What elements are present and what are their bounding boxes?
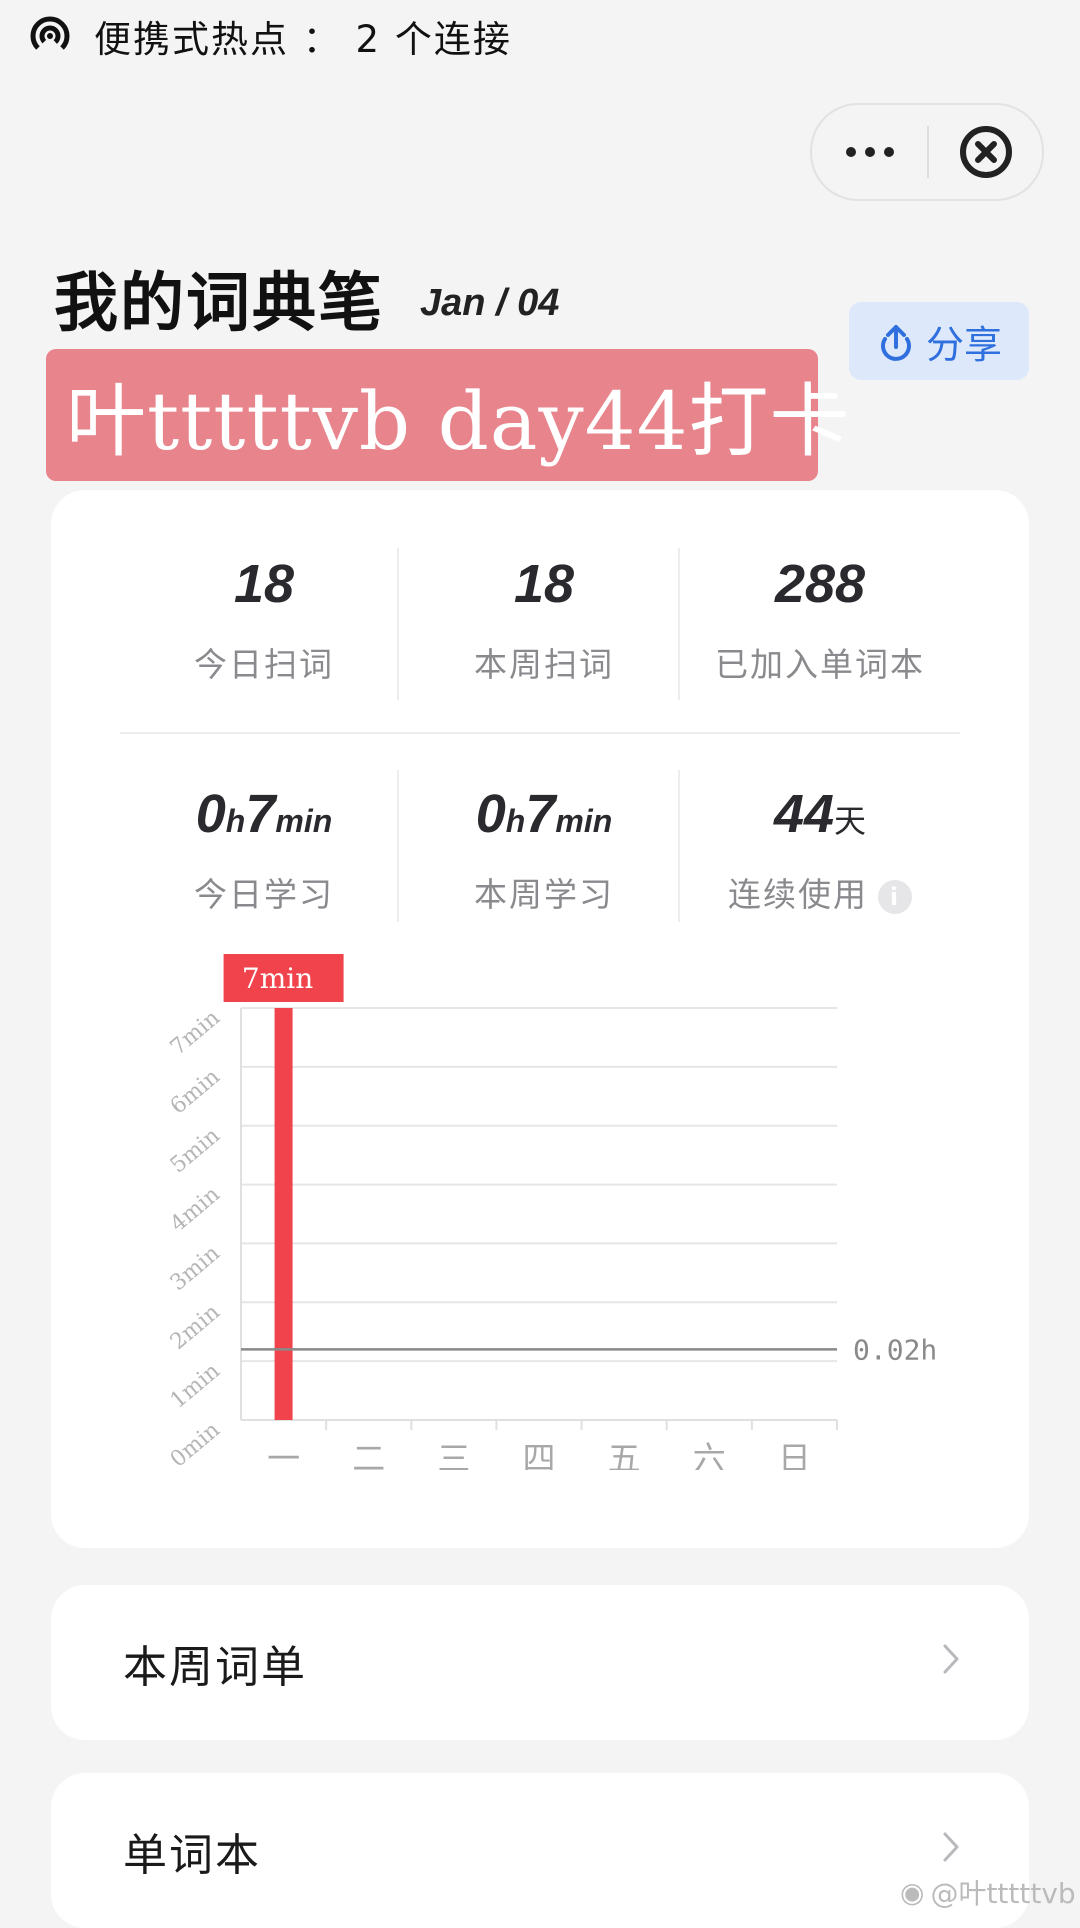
- stat-week-scans: 18 本周扫词: [404, 552, 684, 686]
- chevron-right-icon: [941, 1640, 961, 1686]
- x-tick-label: 六: [693, 1439, 726, 1470]
- miniprogram-capsule: [810, 103, 1044, 201]
- stat-value: 18: [233, 554, 295, 614]
- share-label: 分享: [925, 322, 1002, 367]
- date-label: Jan / 04: [420, 282, 560, 324]
- x-tick-label: 一: [267, 1439, 300, 1470]
- info-icon[interactable]: i: [878, 879, 912, 914]
- row-label: 单词本: [123, 1829, 261, 1881]
- stat-value: 0h7min: [475, 784, 613, 844]
- y-tick-label: 4min: [166, 1182, 225, 1237]
- average-line-label: 0.02h: [853, 1333, 937, 1366]
- stat-value: 0h7min: [195, 784, 333, 844]
- x-tick-label: 二: [352, 1439, 385, 1470]
- wordbook-row[interactable]: 单词本: [51, 1773, 1029, 1928]
- y-tick-label: 5min: [166, 1123, 225, 1178]
- page-title: 我的词典笔: [54, 266, 384, 341]
- y-tick-label: 1min: [166, 1359, 225, 1414]
- bar: [274, 1008, 293, 1420]
- stat-caption: 本周扫词: [474, 645, 614, 684]
- stat-caption: 今日扫词: [194, 645, 334, 684]
- checkin-banner-text: 叶tttttvb day44打卡: [66, 375, 851, 468]
- close-button[interactable]: [929, 105, 1042, 199]
- study-time-chart: 0min1min2min3min4min5min6min7min一二三四五六日7…: [166, 954, 937, 1470]
- stat-today-study: 0h7min 今日学习: [124, 782, 404, 916]
- bar-label: 7min: [242, 962, 313, 995]
- y-tick-label: 2min: [166, 1300, 225, 1355]
- y-tick-label: 6min: [166, 1064, 225, 1119]
- stats-card: 18 今日扫词 18 本周扫词 288 已加入单词本 0h7min 今日学习 0…: [51, 490, 1029, 1548]
- hotspot-icon: [30, 16, 70, 56]
- stats-row-divider: [120, 732, 960, 734]
- stat-caption: 本周学习: [474, 875, 614, 914]
- weekly-wordlist-row[interactable]: 本周词单: [51, 1585, 1029, 1740]
- stat-caption: 已加入单词本: [715, 645, 925, 684]
- watermark: ◉ @叶tttttvb: [900, 1872, 1076, 1912]
- stat-streak: 44天 连续使用 i: [680, 782, 960, 916]
- stat-divider: [397, 770, 399, 922]
- checkin-banner: 叶tttttvb day44打卡: [46, 349, 849, 481]
- row-label: 本周词单: [123, 1641, 307, 1693]
- more-button[interactable]: [812, 105, 927, 199]
- watermark-text: @叶tttttvb: [930, 1877, 1076, 1910]
- y-tick-label: 3min: [166, 1241, 225, 1296]
- stat-wordbook-count: 288 已加入单词本: [680, 552, 960, 686]
- x-tick-label: 三: [437, 1439, 470, 1470]
- upload-share-icon: [881, 325, 911, 361]
- stat-divider: [397, 548, 399, 700]
- y-tick-label: 0min: [166, 1417, 225, 1470]
- x-tick-label: 四: [523, 1439, 556, 1470]
- x-tick-label: 五: [608, 1439, 641, 1470]
- hotspot-status-text: 便携式热点 ： 2 个连接: [94, 18, 512, 61]
- stat-value: 288: [774, 554, 866, 614]
- stat-caption: 连续使用 i: [680, 868, 960, 916]
- stat-value: 18: [513, 554, 575, 614]
- x-tick-label: 日: [778, 1439, 811, 1470]
- chevron-right-icon: [941, 1828, 961, 1874]
- more-dots-icon: [845, 147, 894, 157]
- stat-week-study: 0h7min 本周学习: [404, 782, 684, 916]
- stat-value: 44天: [773, 784, 867, 844]
- y-tick-label: 7min: [166, 1005, 225, 1060]
- status-bar: 便携式热点 ： 2 个连接: [28, 8, 512, 64]
- stat-today-scans: 18 今日扫词: [124, 552, 404, 686]
- share-button[interactable]: 分享: [849, 302, 1029, 380]
- stat-caption: 今日学习: [194, 875, 334, 914]
- weibo-logo-icon: ◉: [900, 1875, 925, 1909]
- close-circle-icon: [959, 126, 1012, 178]
